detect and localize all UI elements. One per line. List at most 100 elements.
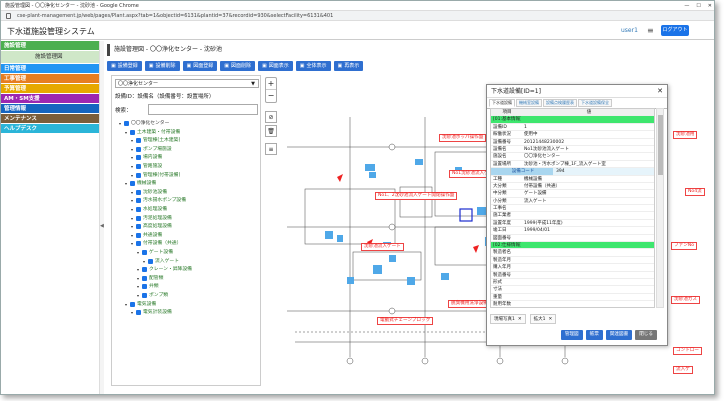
checkbox[interactable] bbox=[136, 215, 141, 221]
tree-node[interactable]: ▾ 付帯設備（共通） bbox=[131, 240, 181, 247]
tab-sewer-equipment[interactable]: 下水道設備 bbox=[489, 99, 515, 107]
table-scrollbar[interactable] bbox=[656, 108, 664, 308]
show-drawing-button[interactable]: ▣ 図面表示 bbox=[258, 61, 293, 71]
callout-inflow-gate[interactable]: 沈砂池流入ゲート bbox=[361, 243, 404, 251]
sidebar-item-am-sm[interactable]: AM・SM支援 bbox=[1, 94, 104, 104]
tree-node[interactable]: ▾ 汚水揚水ポンプ設備 bbox=[131, 197, 186, 204]
tree-node[interactable]: ▾ 流入ゲート bbox=[143, 258, 179, 265]
close-window-icon[interactable]: ✕ bbox=[708, 1, 712, 11]
checkbox[interactable] bbox=[136, 241, 141, 247]
sidebar-item-daily[interactable]: 日常管理 bbox=[1, 64, 104, 74]
callout-right-5[interactable]: コントロー bbox=[673, 347, 702, 355]
tree-node[interactable]: ▾ 共通設備 bbox=[131, 232, 162, 239]
tree-node[interactable]: ▾ 電気計装設備 bbox=[131, 309, 172, 316]
callout-right-1[interactable]: 沈砂池用 bbox=[673, 131, 698, 139]
tree-node[interactable]: ▾ 管路施設 bbox=[131, 163, 162, 170]
checkbox[interactable] bbox=[136, 207, 141, 212]
maximize-icon[interactable]: ☐ bbox=[696, 1, 700, 11]
tree-node[interactable]: ▾ 沈砂池設備 bbox=[131, 189, 167, 196]
checkbox[interactable] bbox=[130, 129, 135, 135]
close-button[interactable]: 閉じる bbox=[635, 330, 657, 340]
tab-inspection-history[interactable]: 設備点検履歴表 bbox=[543, 99, 577, 107]
checkbox[interactable] bbox=[136, 146, 141, 152]
checkbox[interactable] bbox=[148, 258, 153, 264]
delete-equipment-button[interactable]: ▣ 設備削除 bbox=[144, 61, 180, 71]
checkbox[interactable] bbox=[142, 293, 147, 298]
tree-node[interactable]: ▾ 高度処理設備 bbox=[131, 223, 172, 230]
tree-node[interactable]: ▾ ポンプ場施設 bbox=[131, 146, 172, 153]
checkbox[interactable] bbox=[136, 224, 141, 230]
tree-node[interactable]: ▾ 配管類 bbox=[137, 275, 163, 282]
tree-node[interactable]: ▾ 管理棟(土木建築) bbox=[131, 137, 180, 144]
delete-drawing-button[interactable]: ▣ 図面削除 bbox=[220, 61, 255, 71]
checkbox[interactable] bbox=[130, 181, 135, 187]
photo-chip[interactable]: 拡大1 ✕ bbox=[529, 314, 557, 324]
callout-right-2[interactable]: No4流 bbox=[685, 188, 705, 196]
map-button[interactable]: 管理図 bbox=[560, 330, 583, 340]
tab-maintenance[interactable]: 下水道設備保全 bbox=[578, 99, 612, 107]
redisplay-button[interactable]: ▣ 再表示 bbox=[333, 61, 364, 71]
tree-node[interactable]: ▾ 弁類 bbox=[137, 283, 159, 290]
register-equipment-button[interactable]: ▣ 設備登録 bbox=[107, 61, 142, 71]
checkbox[interactable] bbox=[136, 198, 141, 204]
close-icon[interactable]: ✕ bbox=[549, 315, 553, 323]
checkbox[interactable] bbox=[124, 121, 129, 126]
hamburger-menu-icon[interactable]: ≡ bbox=[647, 26, 654, 35]
report-button[interactable]: 帳票 bbox=[585, 330, 603, 340]
search-input[interactable] bbox=[148, 104, 258, 115]
sidebar-item-facility[interactable]: 施設管理 bbox=[1, 41, 104, 51]
facility-select[interactable]: 〇〇浄化センター ▼ bbox=[115, 79, 259, 88]
photo-chip[interactable]: 現場写真1 ✕ bbox=[490, 314, 526, 324]
close-icon[interactable]: ✕ bbox=[657, 85, 663, 98]
callout-washing-equipment[interactable]: 脱臭機用洗浄設備 bbox=[448, 300, 491, 308]
sidebar-item-construction[interactable]: 工事管理 bbox=[1, 74, 104, 84]
checkbox[interactable] bbox=[142, 250, 147, 255]
sidebar-item-management[interactable]: 管理情報 bbox=[1, 104, 104, 114]
checkbox[interactable] bbox=[142, 284, 147, 290]
sidebar-subitem-facility-map[interactable]: 施設管理図 bbox=[1, 51, 104, 64]
user-name[interactable]: user1 bbox=[621, 27, 638, 34]
sidebar-item-helpdesk[interactable]: ヘルプデスク bbox=[1, 124, 104, 134]
callout-right-4[interactable]: 沈砂池ガス bbox=[671, 296, 700, 304]
tree-node[interactable]: ▾ ゲート設備 bbox=[137, 249, 173, 256]
logout-button[interactable]: ログアウト bbox=[661, 25, 689, 36]
checkbox[interactable] bbox=[136, 232, 141, 238]
tree-node[interactable]: ▾ 〇〇浄化センター bbox=[119, 120, 169, 127]
checkbox[interactable] bbox=[130, 301, 135, 307]
tree-node[interactable]: ▾ クレーン・昇降設備 bbox=[137, 266, 192, 273]
checkbox[interactable] bbox=[136, 310, 141, 316]
tree-node[interactable]: ▾ 土木建築・付帯設備 bbox=[125, 129, 180, 136]
checkbox[interactable] bbox=[136, 138, 141, 144]
register-drawing-button[interactable]: ▣ 図面登録 bbox=[182, 61, 218, 71]
tree-node[interactable]: ▾ ポンプ類 bbox=[137, 292, 168, 299]
tree-node[interactable]: ▾ 水処理設備 bbox=[131, 206, 167, 213]
tree-node[interactable]: ▾ 場内設備 bbox=[131, 154, 162, 161]
close-icon[interactable]: ✕ bbox=[518, 315, 522, 323]
checkbox[interactable] bbox=[136, 172, 141, 178]
checkbox[interactable] bbox=[142, 275, 147, 281]
checkbox[interactable] bbox=[142, 267, 147, 273]
related-docs-button[interactable]: 関連図書 bbox=[605, 330, 633, 340]
sidebar-item-maintenance[interactable]: メンテナンス bbox=[1, 114, 104, 124]
checkbox[interactable] bbox=[136, 189, 141, 195]
tree-node[interactable]: ▾ 汚泥処理設備 bbox=[131, 215, 172, 222]
callout-gate-panel[interactable]: No1、2沈砂池流入ゲート開閉操作盤 bbox=[375, 192, 458, 200]
scrollbar-thumb[interactable] bbox=[658, 115, 663, 175]
tree-node[interactable]: ▾ 電気設備 bbox=[125, 301, 156, 308]
minimize-icon[interactable]: — bbox=[684, 1, 689, 11]
tree-node[interactable]: ▾ 機械設備 bbox=[125, 180, 156, 187]
callout-right-3[interactable]: ファンNo bbox=[671, 242, 698, 250]
sidebar-collapse-handle[interactable]: ◀ bbox=[99, 41, 104, 394]
checkbox[interactable] bbox=[136, 164, 141, 169]
expand-icon: ▣ bbox=[299, 63, 305, 69]
code-button[interactable]: 設備コード bbox=[491, 168, 553, 175]
tree-node[interactable]: ▾ 管理棟(付帯設備) bbox=[131, 172, 180, 179]
sidebar-item-budget[interactable]: 予算管理 bbox=[1, 84, 104, 94]
show-all-button[interactable]: ▣ 全体表示 bbox=[295, 61, 331, 71]
address-bar[interactable]: cse-plant-management.jp/web/pages/Plant.… bbox=[1, 11, 714, 21]
callout-right-6[interactable]: 流入ゲ bbox=[673, 366, 693, 374]
callout-hopper-panel[interactable]: 沈砂池ホッパ操作盤 bbox=[439, 134, 487, 142]
callout-chain-block[interactable]: 電動式チェーンブロック bbox=[377, 317, 434, 325]
tab-machine-room[interactable]: 機械室設備 bbox=[516, 99, 542, 107]
checkbox[interactable] bbox=[136, 155, 141, 161]
